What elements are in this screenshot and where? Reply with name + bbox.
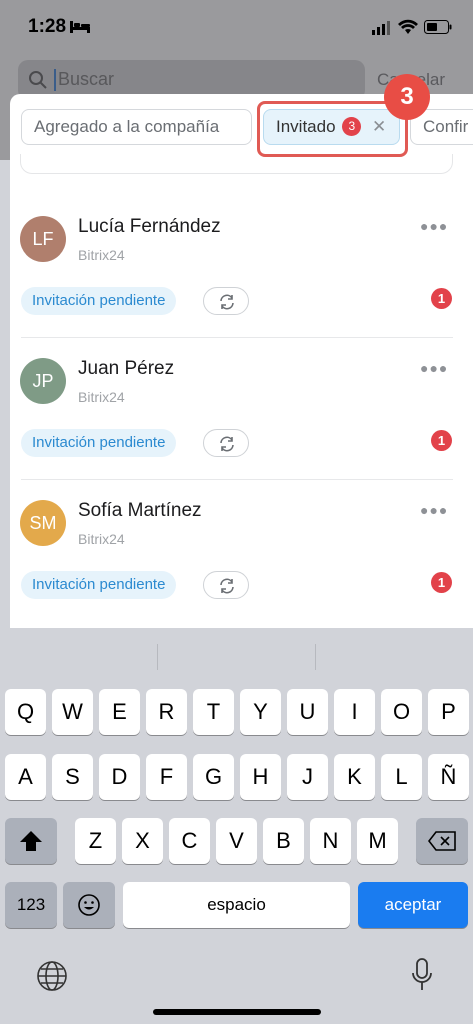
shift-key[interactable] bbox=[5, 818, 57, 864]
key-g[interactable]: G bbox=[193, 754, 234, 800]
key-f[interactable]: F bbox=[146, 754, 187, 800]
key-i[interactable]: I bbox=[334, 689, 375, 735]
key-t[interactable]: T bbox=[193, 689, 234, 735]
emoji-key[interactable] bbox=[63, 882, 115, 928]
user-company: Bitrix24 bbox=[78, 531, 125, 547]
avatar: JP bbox=[20, 358, 66, 404]
status-badge: Invitación pendiente bbox=[21, 429, 177, 457]
resend-invite-button[interactable] bbox=[203, 429, 249, 457]
highlight-frame bbox=[257, 101, 408, 157]
key-h[interactable]: H bbox=[240, 754, 281, 800]
key-r[interactable]: R bbox=[146, 689, 187, 735]
resend-invite-button[interactable] bbox=[203, 571, 249, 599]
key-p[interactable]: P bbox=[428, 689, 469, 735]
search-input[interactable]: Buscar bbox=[58, 69, 114, 90]
user-name: Lucía Fernández bbox=[78, 216, 221, 237]
text-cursor bbox=[54, 69, 56, 91]
microphone-icon[interactable] bbox=[411, 958, 433, 992]
key-n[interactable]: N bbox=[310, 818, 351, 864]
notification-badge: 1 bbox=[431, 288, 452, 309]
refresh-icon bbox=[220, 578, 234, 594]
numbers-key[interactable]: 123 bbox=[5, 882, 57, 928]
status-badge: Invitación pendiente bbox=[21, 571, 177, 599]
more-options-icon[interactable]: ●●● bbox=[420, 360, 448, 376]
status-badge: Invitación pendiente bbox=[21, 287, 177, 315]
resend-invite-button[interactable] bbox=[203, 287, 249, 315]
refresh-icon bbox=[220, 294, 234, 310]
suggestion-divider bbox=[315, 644, 316, 670]
chip-label: Agregado a la compañía bbox=[34, 117, 220, 136]
space-key[interactable]: espacio bbox=[123, 882, 350, 928]
refresh-icon bbox=[220, 436, 234, 452]
avatar: LF bbox=[20, 216, 66, 262]
key-q[interactable]: Q bbox=[5, 689, 46, 735]
bed-icon bbox=[70, 21, 90, 33]
battery-icon bbox=[424, 20, 452, 34]
avatar: SM bbox=[20, 500, 66, 546]
chip-added-to-company[interactable]: Agregado a la compañía bbox=[21, 109, 252, 145]
key-e[interactable]: E bbox=[99, 689, 140, 735]
delete-key[interactable] bbox=[416, 818, 468, 864]
more-options-icon[interactable]: ●●● bbox=[420, 218, 448, 234]
key-s[interactable]: S bbox=[52, 754, 93, 800]
key-o[interactable]: O bbox=[381, 689, 422, 735]
key-l[interactable]: L bbox=[381, 754, 422, 800]
suggestion-bar bbox=[0, 628, 473, 674]
step-callout: 3 bbox=[384, 74, 430, 120]
key-u[interactable]: U bbox=[287, 689, 328, 735]
key-k[interactable]: K bbox=[334, 754, 375, 800]
more-options-icon[interactable]: ●●● bbox=[420, 502, 448, 518]
search-icon bbox=[29, 71, 47, 89]
emoji-icon bbox=[78, 894, 100, 916]
key-y[interactable]: Y bbox=[240, 689, 281, 735]
key-a[interactable]: A bbox=[5, 754, 46, 800]
user-company: Bitrix24 bbox=[78, 247, 125, 263]
signal-icon bbox=[372, 21, 390, 35]
status-bar: 1:28 bbox=[0, 0, 473, 54]
key-b[interactable]: B bbox=[263, 818, 304, 864]
home-indicator bbox=[153, 1009, 321, 1015]
notification-badge: 1 bbox=[431, 430, 452, 451]
user-name: Juan Pérez bbox=[78, 358, 175, 379]
suggestion-divider bbox=[157, 644, 158, 670]
key-x[interactable]: X bbox=[122, 818, 163, 864]
chip-strip-background bbox=[20, 154, 453, 174]
list-item[interactable]: LF Lucía Fernández Bitrix24 ●●● Invitaci… bbox=[10, 196, 473, 338]
key-v[interactable]: V bbox=[216, 818, 257, 864]
key-enye[interactable]: Ñ bbox=[428, 754, 469, 800]
key-c[interactable]: C bbox=[169, 818, 210, 864]
shift-icon bbox=[20, 831, 42, 851]
return-key[interactable]: aceptar bbox=[358, 882, 468, 928]
key-j[interactable]: J bbox=[287, 754, 328, 800]
invitations-panel: Agregado a la compañía Invitado 3 ✕ Conf… bbox=[10, 94, 473, 628]
list-item[interactable]: SM Sofía Martínez Bitrix24 ●●● Invitació… bbox=[10, 480, 473, 622]
user-company: Bitrix24 bbox=[78, 389, 125, 405]
user-name: Sofía Martínez bbox=[78, 500, 202, 521]
list-item[interactable]: JP Juan Pérez Bitrix24 ●●● Invitación pe… bbox=[10, 338, 473, 480]
wifi-icon bbox=[398, 19, 418, 34]
key-m[interactable]: M bbox=[357, 818, 398, 864]
chip-label: Confir bbox=[423, 117, 469, 136]
status-time: 1:28 bbox=[28, 16, 67, 37]
key-z[interactable]: Z bbox=[75, 818, 116, 864]
globe-icon[interactable] bbox=[36, 960, 68, 992]
keyboard: Q W E R T Y U I O P A S D F G H J K L Ñ … bbox=[0, 628, 473, 1024]
backspace-icon bbox=[427, 831, 456, 851]
notification-badge: 1 bbox=[431, 572, 452, 593]
key-w[interactable]: W bbox=[52, 689, 93, 735]
key-d[interactable]: D bbox=[99, 754, 140, 800]
